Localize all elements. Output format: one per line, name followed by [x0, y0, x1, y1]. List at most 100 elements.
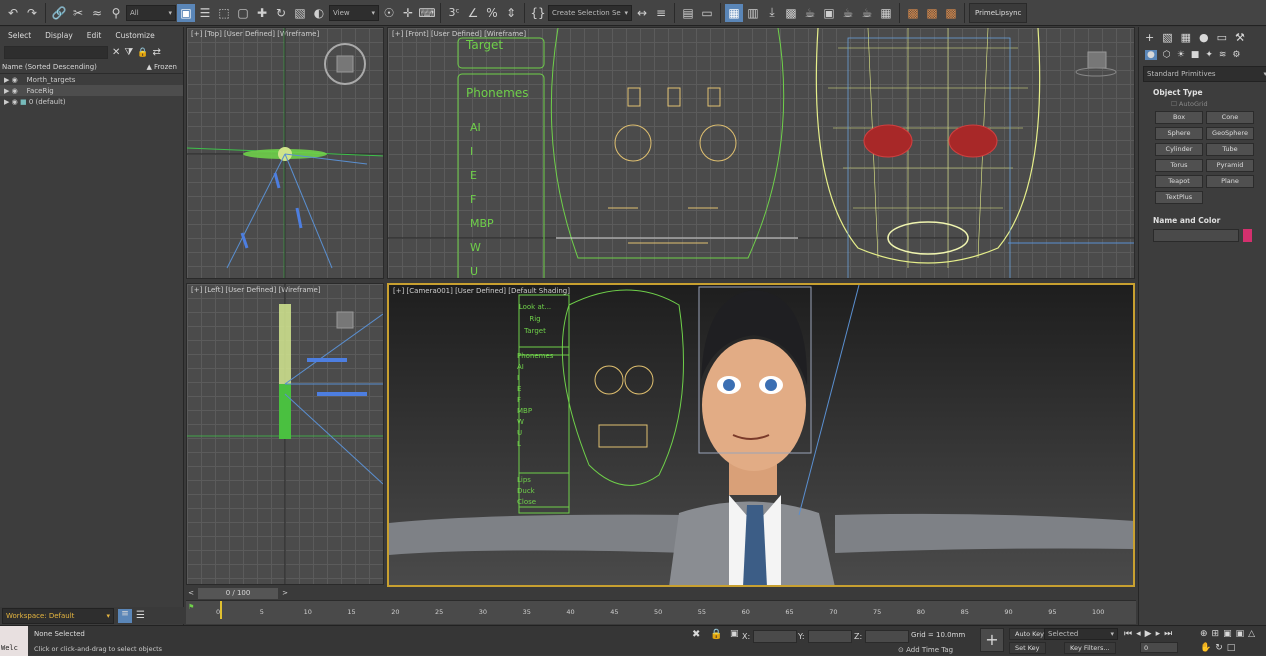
pan-icon[interactable]: ✋ — [1200, 643, 1211, 653]
zoom-all-icon[interactable]: ⊞ — [1212, 629, 1220, 639]
keyboard-shortcut-icon[interactable]: ⌨ — [418, 4, 436, 22]
script-icon-a[interactable]: ▩ — [904, 4, 922, 22]
layer-explorer-icon[interactable]: ▤ — [679, 4, 697, 22]
place-icon[interactable]: ◐ — [310, 4, 328, 22]
cameras-icon[interactable]: ■ — [1191, 50, 1200, 60]
maxscript-listener[interactable]: Welc — [0, 626, 28, 656]
geometry-icon[interactable]: ● — [1145, 50, 1157, 60]
menu-select[interactable]: Select — [8, 31, 31, 40]
list-item[interactable]: ▶ ◉ ■ 0 (default) — [0, 96, 183, 107]
pyramid-button[interactable]: Pyramid — [1206, 159, 1254, 172]
helpers-icon[interactable]: ✦ — [1205, 50, 1213, 60]
selection-lock-icon[interactable]: 🔒 — [710, 629, 722, 640]
angle-snap-icon[interactable]: ∠ — [464, 4, 482, 22]
menu-customize[interactable]: Customize — [115, 31, 154, 40]
sphere-button[interactable]: Sphere — [1155, 127, 1203, 140]
chevron-right-icon[interactable]: > — [280, 589, 290, 598]
spinner-snap-icon[interactable]: ⇕ — [502, 4, 520, 22]
link-icon[interactable]: 🔗 — [50, 4, 68, 22]
set-key-big-icon[interactable]: + — [980, 628, 1004, 652]
absolute-mode-icon[interactable]: ▣ — [730, 629, 739, 639]
viewport-top[interactable]: [+] [Top] [User Defined] [Wireframe] — [186, 27, 384, 279]
render-online-icon[interactable]: ▦ — [877, 4, 895, 22]
curve-editor-icon[interactable]: ▥ — [744, 4, 762, 22]
systems-icon[interactable]: ⚙ — [1232, 50, 1240, 60]
visibility-icon[interactable]: ◉ — [12, 98, 18, 106]
create-tab-icon[interactable]: + — [1145, 31, 1154, 44]
display-tab-icon[interactable]: ▭ — [1217, 31, 1227, 44]
unlink-icon[interactable]: ✂ — [69, 4, 87, 22]
layers-icon[interactable]: ≡ — [118, 608, 132, 623]
previous-frame-icon[interactable]: ◂ — [1136, 629, 1141, 639]
shapes-icon[interactable]: ⬡ — [1163, 50, 1171, 60]
play-icon[interactable]: ▶ — [1145, 629, 1152, 639]
maximize-viewport-icon[interactable]: □ — [1227, 643, 1236, 653]
object-name-input[interactable] — [1153, 229, 1239, 242]
orbit-icon[interactable]: ↻ — [1215, 643, 1223, 653]
time-slider-thumb[interactable]: 0 / 100 — [198, 588, 278, 599]
script-icon-c[interactable]: ▩ — [942, 4, 960, 22]
bind-icon[interactable]: ⚲ — [107, 4, 125, 22]
next-frame-icon[interactable]: ▸ — [1156, 629, 1161, 639]
redo-icon[interactable]: ↷ — [23, 4, 41, 22]
sync-selection-icon[interactable]: ⇄ — [153, 47, 161, 58]
primitive-type-dropdown[interactable]: Standard Primitives ▾ — [1143, 66, 1266, 82]
tube-button[interactable]: Tube — [1206, 143, 1254, 156]
expand-icon[interactable]: ▶ — [4, 76, 9, 84]
edit-named-selection-icon[interactable]: {} — [529, 4, 547, 22]
window-crossing-icon[interactable]: ▢ — [234, 4, 252, 22]
scene-explorer-icon[interactable]: ▦ — [725, 3, 743, 22]
rotate-icon[interactable]: ↻ — [272, 4, 290, 22]
motion-tab-icon[interactable]: ● — [1199, 31, 1209, 44]
hierarchy-tab-icon[interactable]: ▦ — [1181, 31, 1191, 44]
viewport-left[interactable]: [+] [Left] [User Defined] [Wireframe] — [186, 283, 384, 585]
visibility-icon[interactable]: ◉ — [12, 76, 18, 84]
plane-button[interactable]: Plane — [1206, 175, 1254, 188]
bind-space-warp-icon[interactable]: ≈ — [88, 4, 106, 22]
modify-tab-icon[interactable]: ▧ — [1162, 31, 1172, 44]
key-filters-button[interactable]: Key Filters... — [1064, 642, 1116, 654]
pivot-center-icon[interactable]: ☉ — [380, 4, 398, 22]
ribbon-icon[interactable]: ▭ — [698, 4, 716, 22]
named-selection-set-dropdown[interactable]: Create Selection Se ▾ — [548, 4, 632, 21]
y-coordinate-field[interactable] — [807, 630, 852, 643]
name-and-color-rollout[interactable]: Name and Color — [1139, 214, 1266, 227]
geosphere-button[interactable]: GeoSphere — [1206, 127, 1254, 140]
z-coordinate-field[interactable] — [865, 630, 910, 643]
current-frame-field[interactable]: 0 — [1140, 642, 1178, 653]
primelipsync-button[interactable]: PrimeLipsync — [969, 2, 1028, 23]
align-icon[interactable]: ≡ — [652, 4, 670, 22]
find-input[interactable] — [4, 46, 108, 59]
rendered-frame-icon[interactable]: ▣ — [820, 4, 838, 22]
render-iterative-icon[interactable]: ☕ — [858, 4, 876, 22]
render-setup-icon[interactable]: ☕ — [801, 4, 819, 22]
add-time-tag[interactable]: ⊙ Add Time Tag — [898, 646, 953, 654]
object-type-rollout[interactable]: Object Type — [1139, 86, 1266, 99]
column-name[interactable]: Name (Sorted Descending) — [2, 63, 97, 71]
selection-filter-dropdown[interactable]: All ▾ — [126, 4, 176, 21]
time-slider[interactable]: < 0 / 100 > — [186, 588, 1136, 599]
isolate-icon[interactable]: ✖ — [692, 629, 700, 640]
viewport-camera[interactable]: [+] [Camera001] [User Defined] [Default … — [387, 283, 1135, 587]
rectangular-selection-icon[interactable]: ⬚ — [215, 4, 233, 22]
scale-icon[interactable]: ▧ — [291, 4, 309, 22]
lights-icon[interactable]: ☀ — [1177, 50, 1185, 60]
key-icon[interactable]: ⚑ — [188, 603, 194, 611]
autogrid-checkbox[interactable]: ☐ AutoGrid — [1139, 99, 1266, 109]
go-to-start-icon[interactable]: ⏮ — [1124, 629, 1132, 639]
go-to-end-icon[interactable]: ⏭ — [1164, 629, 1172, 639]
list-item[interactable]: ▶ ◉ Morth_targets — [0, 74, 183, 85]
percent-snap-icon[interactable]: % — [483, 4, 501, 22]
zoom-icon[interactable]: ⊕ — [1200, 629, 1208, 639]
lock-icon[interactable]: 🔒 — [137, 48, 148, 58]
select-object-icon[interactable]: ▣ — [177, 3, 195, 22]
zoom-extents-icon[interactable]: ▣ — [1223, 629, 1232, 639]
move-icon[interactable]: ✚ — [253, 4, 271, 22]
x-coordinate-field[interactable] — [753, 630, 798, 643]
utilities-tab-icon[interactable]: ⚒ — [1235, 31, 1245, 44]
track-bar[interactable]: ⚑ 0 5 10 15 20 25 30 35 40 45 50 55 60 65 70 75 80 85 90 95… — [186, 600, 1136, 624]
column-frozen[interactable]: ▲ Frozen — [146, 63, 177, 71]
render-production-icon[interactable]: ☕ — [839, 4, 857, 22]
cylinder-button[interactable]: Cylinder — [1155, 143, 1203, 156]
expand-icon[interactable]: ▶ — [4, 98, 9, 106]
